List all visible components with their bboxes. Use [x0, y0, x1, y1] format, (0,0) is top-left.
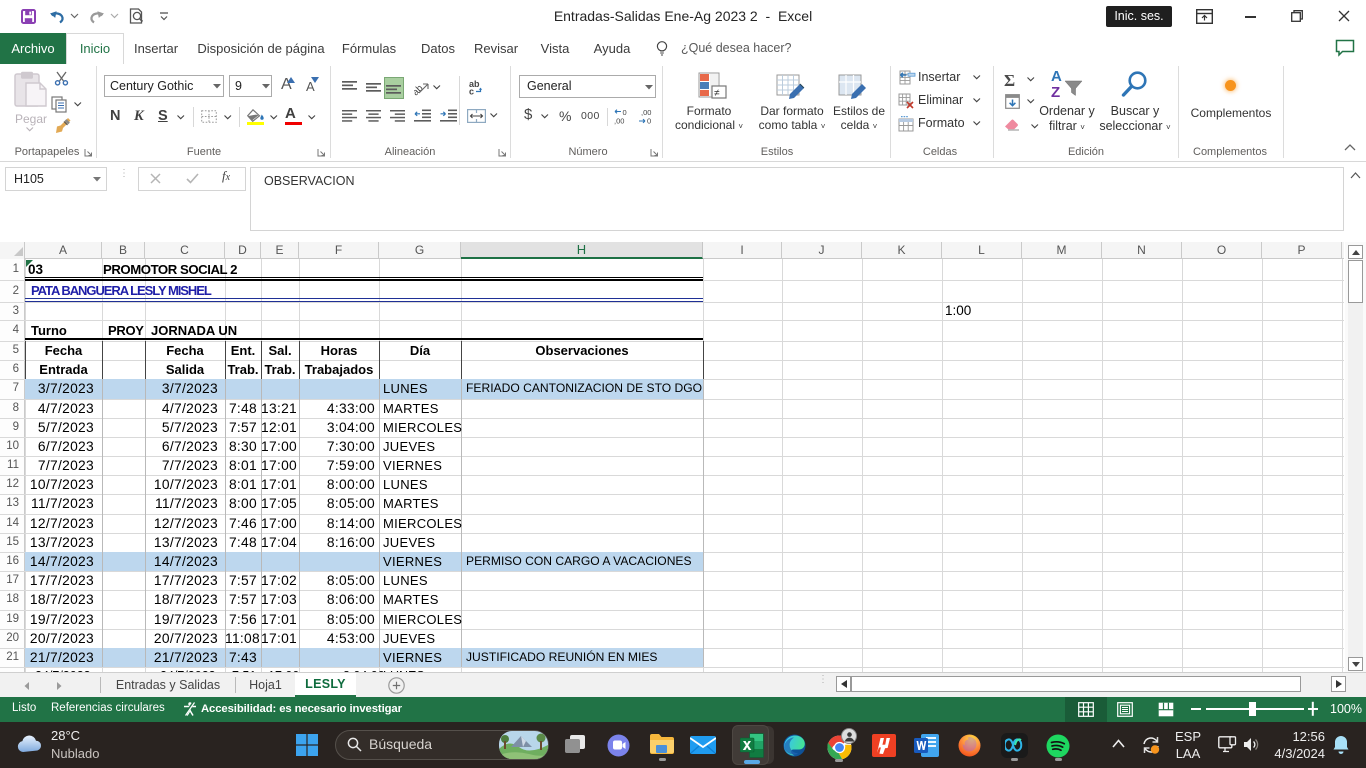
svg-text:0: 0 [647, 117, 651, 126]
svg-text:c: c [469, 87, 474, 96]
svg-text:,00: ,00 [614, 117, 624, 126]
svg-text:ab: ab [414, 83, 425, 96]
svg-text:≠: ≠ [714, 88, 720, 99]
